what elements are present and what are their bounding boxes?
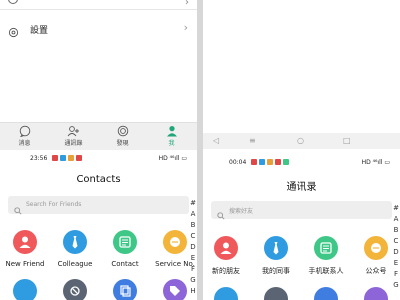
menu-icon[interactable]: ≡ <box>249 136 256 145</box>
settings-label: 設置 <box>30 26 49 36</box>
empty-area <box>0 44 197 122</box>
tag-icon <box>163 279 187 300</box>
tab-messages[interactable]: 消息 <box>0 123 49 151</box>
grid-item-label: Service No. <box>155 260 195 268</box>
page-title: 通讯录 <box>286 182 317 193</box>
discover-icon <box>117 125 128 137</box>
tab-label: 消息 <box>18 140 31 147</box>
recent-apps-icon[interactable]: □ <box>343 136 351 145</box>
status-bar: 23:56 HD ⁴⁶ıll ▭ <box>0 153 197 165</box>
grid-item-row2[interactable] <box>151 279 197 300</box>
grid-item-label: 公众号 <box>365 267 387 275</box>
grid-item-label: 我的同事 <box>262 267 290 275</box>
grid-item-row2[interactable] <box>101 279 149 300</box>
grid-item-row2[interactable] <box>1 279 49 300</box>
home-icon[interactable]: ○ <box>297 136 304 145</box>
chat-bubble-icon <box>19 125 30 137</box>
grid-item-row2[interactable] <box>302 287 350 300</box>
contact-card-icon <box>113 230 137 254</box>
grid-item-contact[interactable]: 手机联系人 <box>302 236 350 276</box>
grid-item-row2[interactable] <box>352 287 400 300</box>
signal-battery-icons: HD ⁴⁶ıll ▭ <box>361 159 390 166</box>
search-icon <box>217 205 225 224</box>
chevron-right-icon: › <box>185 0 189 8</box>
notification-icons <box>251 159 291 167</box>
grid-item-contact[interactable]: Contact <box>101 230 149 268</box>
gear-icon <box>8 23 19 42</box>
person-add-icon <box>13 230 37 254</box>
index-letter[interactable]: A <box>392 214 400 225</box>
group-icon <box>13 279 37 300</box>
status-bar: 00:04 HD ⁴⁶ıll ▭ <box>203 157 400 169</box>
signal-battery-icons: HD ⁴⁶ıll ▭ <box>158 155 187 162</box>
tie-icon <box>264 236 288 260</box>
blank-area <box>203 0 400 133</box>
copy-icon <box>314 287 338 300</box>
tag-icon <box>364 287 388 300</box>
search-placeholder: Search For Friends <box>26 201 82 208</box>
block-icon <box>63 279 87 300</box>
tab-label: 通訊錄 <box>64 140 83 147</box>
grid-item-service[interactable]: Service No. <box>151 230 197 268</box>
index-letter[interactable]: A <box>189 209 197 220</box>
right-phone-screen: ◁ ≡ ○ □ 00:04 HD ⁴⁶ıll ▭ 通讯录 搜索好友 # A B C D E… <box>203 0 400 300</box>
row-icon <box>8 0 18 4</box>
service-icon <box>163 230 187 254</box>
service-icon <box>364 236 388 260</box>
grid-item-row2[interactable] <box>51 279 99 300</box>
system-navigation-bar: ◁ ≡ ○ □ <box>203 133 400 149</box>
tab-label: 我 <box>168 140 175 147</box>
copy-icon <box>113 279 137 300</box>
tab-contacts[interactable]: 通訊錄 <box>49 123 98 151</box>
chevron-right-icon: › <box>183 21 188 34</box>
contact-card-icon <box>314 236 338 260</box>
bottom-tab-bar: 消息 通訊錄 發現 我 <box>0 122 197 150</box>
block-icon <box>264 287 288 300</box>
index-letter[interactable]: # <box>189 198 197 209</box>
screenshot-stage: › 設置 › 消息 通訊錄 發現 我 23:56 HD ⁴⁶ıll ▭ Cont… <box>0 0 400 300</box>
left-phone-screen: › 設置 › 消息 通訊錄 發現 我 23:56 HD ⁴⁶ıll ▭ Cont… <box>0 0 197 300</box>
group-icon <box>214 287 238 300</box>
grid-item-new-friend[interactable]: New Friend <box>1 230 49 268</box>
tab-label: 發現 <box>116 140 129 147</box>
grid-item-label: Colleague <box>57 260 93 268</box>
index-letter[interactable]: # <box>392 203 400 214</box>
status-time: 23:56 <box>30 155 48 162</box>
search-input[interactable]: 搜索好友 <box>211 201 392 220</box>
grid-item-row2[interactable] <box>203 287 250 300</box>
back-icon[interactable]: ◁ <box>213 136 219 145</box>
search-placeholder: 搜索好友 <box>229 208 254 215</box>
grid-item-colleague[interactable]: Colleague <box>51 230 99 268</box>
index-letter[interactable]: B <box>392 225 400 236</box>
tab-me[interactable]: 我 <box>147 123 196 151</box>
notification-icons <box>52 155 84 163</box>
person-icon <box>166 126 177 137</box>
grid-item-row2[interactable] <box>252 287 300 300</box>
grid-item-label: New Friend <box>5 260 45 268</box>
status-time: 00:04 <box>229 159 247 166</box>
grid-item-service[interactable]: 公众号 <box>352 236 400 276</box>
person-add-icon <box>214 236 238 260</box>
grid-item-colleague[interactable]: 我的同事 <box>252 236 300 276</box>
search-input[interactable]: Search For Friends <box>8 196 189 215</box>
partial-settings-row[interactable]: › <box>0 0 197 10</box>
page-title: Contacts <box>76 174 121 185</box>
search-icon <box>14 200 22 219</box>
settings-row[interactable]: 設置 › <box>0 18 197 40</box>
contacts-icon <box>67 126 79 137</box>
grid-item-label: 手机联系人 <box>308 267 344 275</box>
grid-item-label: Contact <box>111 260 139 268</box>
grid-item-label: 新的朋友 <box>212 267 240 275</box>
tie-icon <box>63 230 87 254</box>
tab-discover[interactable]: 發現 <box>98 123 147 151</box>
settings-fragment: › 設置 › <box>0 0 197 122</box>
grid-item-new-friend[interactable]: 新的朋友 <box>203 236 250 276</box>
